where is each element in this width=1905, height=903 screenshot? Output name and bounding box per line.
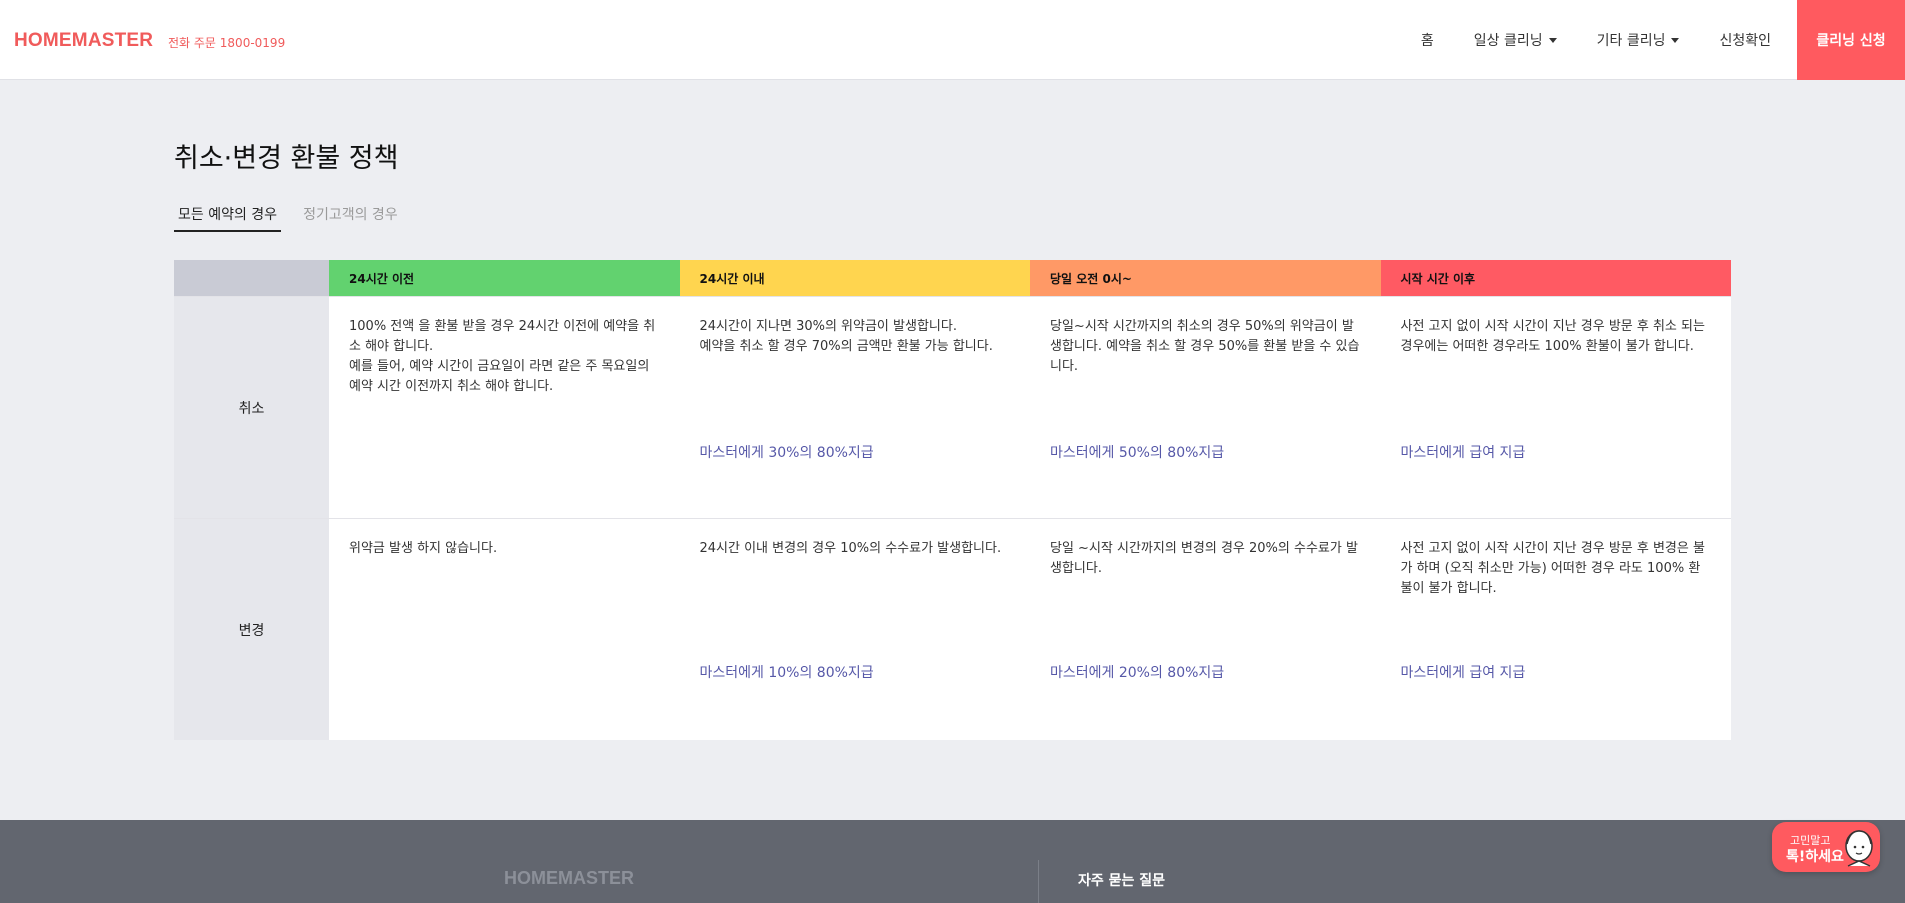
table-header-row: 24시간 이전 24시간 이내 당일 오전 0시~ 시작 시간 이후: [174, 260, 1731, 296]
nav-check-application[interactable]: 신청확인: [1699, 30, 1791, 50]
column-header: 시작 시간 이후: [1380, 260, 1731, 296]
table-row-change: 변경 위약금 발생 하지 않습니다. 24시간 이내 변경의 경우 10%의 수…: [174, 518, 1731, 740]
policy-cell: 당일 ~시작 시간까지의 변경의 경우 20%의 수수료가 발생합니다. 마스터…: [1030, 519, 1381, 740]
footer-faq-link[interactable]: 자주 묻는 질문: [1078, 870, 1165, 890]
table-row-cancel: 취소 100% 전액 을 환불 받을 경우 24시간 이전에 예약을 취소 해야…: [174, 296, 1731, 518]
table-corner: [174, 260, 329, 296]
nav-home-label: 홈: [1420, 33, 1434, 49]
policy-cell: 위약금 발생 하지 않습니다.: [329, 519, 680, 740]
caret-down-icon: [1671, 37, 1680, 43]
policy-cell: 100% 전액 을 환불 받을 경우 24시간 이전에 예약을 취소 해야 합니…: [329, 297, 680, 518]
nav-other-cleaning-label: 기타 클리닝: [1596, 33, 1666, 49]
footer-logo: HOMEMASTER: [504, 868, 634, 888]
policy-text: 위약금 발생 하지 않습니다.: [349, 541, 498, 556]
nav-check-application-label: 신청확인: [1719, 33, 1771, 49]
footer: HOMEMASTER 자주 묻는 질문: [0, 820, 1905, 903]
main-nav: 홈 일상 클리닝 기타 클리닝 신청확인 클리닝 신청: [1401, 0, 1905, 80]
policy-text: 24시간이 지나면 30%의 위약금이 발생합니다. 예약을 취소 할 경우 70…: [699, 319, 993, 354]
column-header: 24시간 이전: [329, 260, 680, 296]
phone-order-text: 전화 주문 1800-0199: [168, 36, 286, 50]
chat-button[interactable]: 고민말고 톡!하세요: [1772, 822, 1880, 872]
nav-other-cleaning[interactable]: 기타 클리닝: [1577, 30, 1700, 50]
master-pay-text: 마스터에게 50%의 80%지급: [1050, 445, 1225, 461]
column-header: 당일 오전 0시~: [1030, 260, 1381, 296]
policy-cell: 24시간이 지나면 30%의 위약금이 발생합니다. 예약을 취소 할 경우 70…: [680, 297, 1031, 518]
chat-avatar-icon: [1845, 830, 1873, 867]
master-pay-text: 마스터에게 급여 지급: [1400, 665, 1526, 681]
policy-text: 당일~시작 시간까지의 취소의 경우 50%의 위약금이 발생합니다. 예약을 …: [1050, 319, 1360, 374]
nav-home[interactable]: 홈: [1401, 30, 1454, 50]
footer-divider: [1038, 860, 1039, 903]
policy-text: 100% 전액 을 환불 받을 경우 24시간 이전에 예약을 취소 해야 합니…: [349, 319, 656, 394]
top-header: HOMEMASTER 전화 주문 1800-0199 홈 일상 클리닝 기타 클…: [0, 0, 1905, 80]
policy-cell: 사전 고지 없이 시작 시간이 지난 경우 방문 후 취소 되는 경우에는 어떠…: [1381, 297, 1732, 518]
policy-text: 사전 고지 없이 시작 시간이 지난 경우 방문 후 취소 되는 경우에는 어떠…: [1400, 319, 1705, 354]
refund-policy-table: 24시간 이전 24시간 이내 당일 오전 0시~ 시작 시간 이후 취소 10…: [174, 260, 1731, 740]
row-label-cancel: 취소: [174, 297, 329, 518]
master-pay-text: 마스터에게 급여 지급: [1400, 445, 1526, 461]
row-label-change: 변경: [174, 519, 329, 740]
logo[interactable]: HOMEMASTER: [14, 30, 153, 52]
policy-text: 24시간 이내 변경의 경우 10%의 수수료가 발생합니다.: [699, 541, 1002, 556]
tab-regular-customers[interactable]: 정기고객의 경우: [299, 204, 402, 232]
master-pay-text: 마스터에게 30%의 80%지급: [699, 445, 874, 461]
policy-cell: 사전 고지 없이 시작 시간이 지난 경우 방문 후 변경은 불가 하며 (오직…: [1381, 519, 1732, 740]
policy-cell: 당일~시작 시간까지의 취소의 경우 50%의 위약금이 발생합니다. 예약을 …: [1030, 297, 1381, 518]
tab-all-reservations[interactable]: 모든 예약의 경우: [174, 204, 282, 232]
caret-down-icon: [1548, 37, 1557, 43]
nav-daily-cleaning-label: 일상 클리닝: [1473, 33, 1543, 49]
policy-text: 당일 ~시작 시간까지의 변경의 경우 20%의 수수료가 발생합니다.: [1050, 541, 1358, 576]
chat-line2: 톡!하세요: [1786, 849, 1844, 865]
master-pay-text: 마스터에게 10%의 80%지급: [699, 665, 874, 681]
policy-tabs: 모든 예약의 경우 정기고객의 경우: [174, 204, 420, 232]
column-header: 24시간 이내: [679, 260, 1030, 296]
master-pay-text: 마스터에게 20%의 80%지급: [1050, 665, 1225, 681]
policy-text: 사전 고지 없이 시작 시간이 지난 경우 방문 후 변경은 불가 하며 (오직…: [1400, 541, 1705, 596]
cleaning-apply-button[interactable]: 클리닝 신청: [1797, 0, 1905, 80]
nav-daily-cleaning[interactable]: 일상 클리닝: [1454, 30, 1577, 50]
page-title: 취소·변경 환불 정책: [174, 143, 399, 174]
policy-cell: 24시간 이내 변경의 경우 10%의 수수료가 발생합니다. 마스터에게 10…: [680, 519, 1031, 740]
